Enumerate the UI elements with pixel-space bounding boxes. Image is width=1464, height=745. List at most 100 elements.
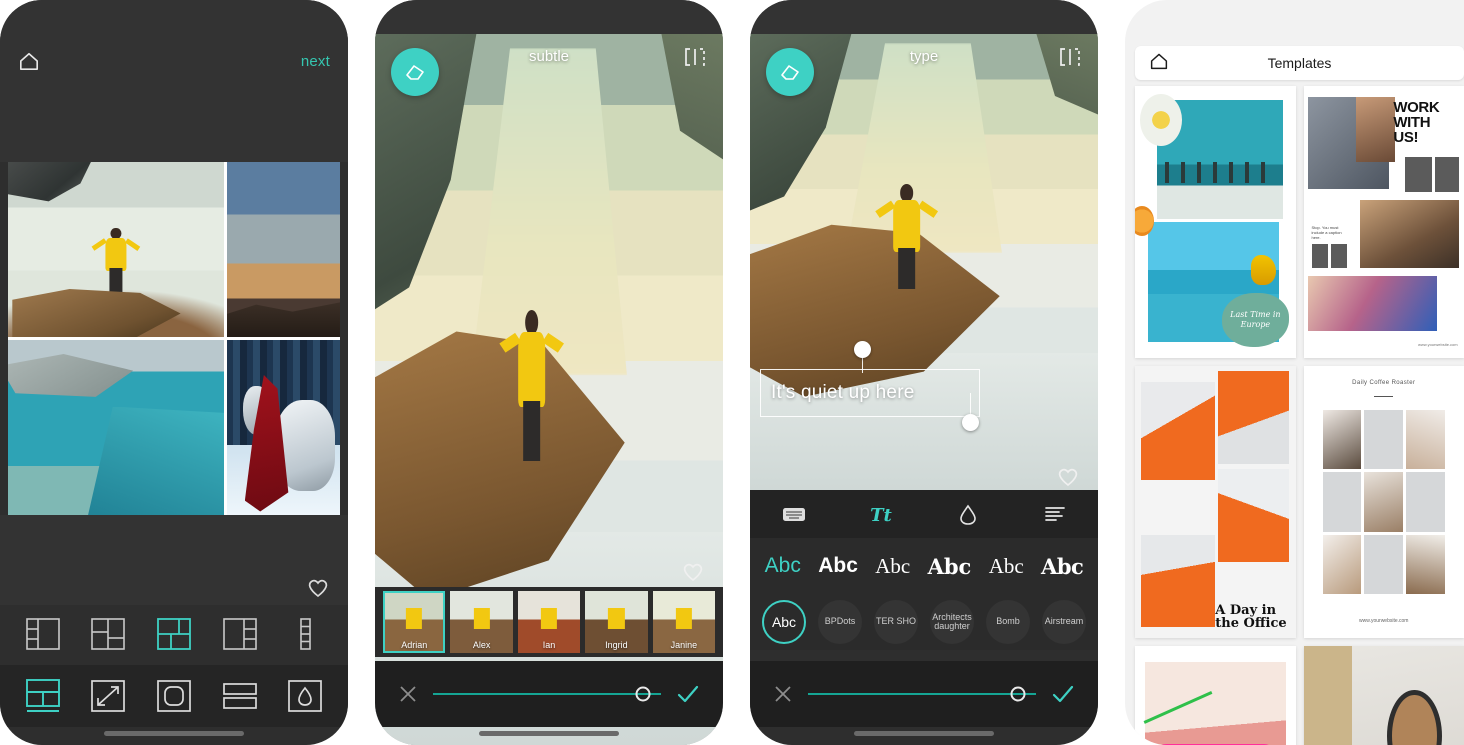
font-chip[interactable]: Architects daughter xyxy=(930,600,974,644)
home-indicator xyxy=(854,731,994,736)
list-item[interactable]: Ian xyxy=(517,591,581,653)
intensity-slider[interactable] xyxy=(433,686,661,702)
svg-text:Tt: Tt xyxy=(870,505,892,526)
sidebar-item-layout-quad-offset[interactable] xyxy=(151,614,197,654)
font-sample[interactable]: Abc xyxy=(875,554,910,579)
text-handle-bottom[interactable] xyxy=(962,414,979,431)
eraser-icon xyxy=(781,65,799,80)
phone-templates: Templates Last Time in Europe WORK WITH … xyxy=(1125,0,1464,745)
collage-photo-3[interactable] xyxy=(8,340,224,515)
check-icon[interactable] xyxy=(675,682,701,706)
favorite-button[interactable] xyxy=(1056,465,1080,487)
collage-canvas[interactable] xyxy=(8,162,340,515)
phone1-spacer xyxy=(0,515,348,610)
droplet-icon[interactable] xyxy=(954,501,982,527)
text-handle-top[interactable] xyxy=(854,341,871,358)
page-title: type xyxy=(909,47,939,65)
keyboard-icon[interactable] xyxy=(780,501,808,527)
phone2-screen: subtle Adrian Alex Ian Ingrid Janine xyxy=(375,0,723,745)
phone4-screen: Templates Last Time in Europe WORK WITH … xyxy=(1125,0,1464,745)
eraser-button[interactable] xyxy=(391,48,439,96)
size-slider[interactable] xyxy=(808,686,1036,702)
close-icon[interactable] xyxy=(397,683,419,705)
page-title: subtle xyxy=(528,47,570,65)
resize-tool-button[interactable] xyxy=(86,675,130,717)
adjust-bar[interactable] xyxy=(750,661,1098,727)
overlay-text: It's quiet up here xyxy=(771,382,915,403)
collage-photo-1[interactable] xyxy=(8,162,224,337)
font-sample[interactable]: Abc xyxy=(765,554,801,578)
template-caption: Last Time in Europe xyxy=(1221,292,1290,348)
phone-filter-editor: subtle Adrian Alex Ian Ingrid Janine xyxy=(375,0,723,745)
collage-photo-2[interactable] xyxy=(226,162,340,337)
type-tool-tabs[interactable]: Tt xyxy=(750,490,1098,538)
font-sample[interactable]: Abc xyxy=(928,554,972,579)
collage-photo-4[interactable] xyxy=(226,340,340,515)
template-card[interactable]: Daily Coffee Roaster www.yourwebsite.com xyxy=(1303,366,1464,638)
font-chip[interactable]: TER SHO xyxy=(874,600,918,644)
templates-grid[interactable]: Last Time in Europe WORK WITH US! Stop. … xyxy=(1135,86,1464,745)
favorite-button[interactable] xyxy=(681,560,705,582)
template-title: A Day in the Office xyxy=(1215,602,1287,631)
typeface-icon[interactable]: Tt xyxy=(867,501,895,527)
sidebar-item-layout-vertical-strip[interactable] xyxy=(282,614,328,654)
favorite-button[interactable] xyxy=(306,576,330,598)
close-icon[interactable] xyxy=(772,683,794,705)
home-icon[interactable] xyxy=(18,51,40,71)
font-chip[interactable]: Bomb xyxy=(986,600,1030,644)
phone4-topbar: Templates xyxy=(1135,46,1464,80)
page-title: Templates xyxy=(1267,55,1332,71)
font-sample[interactable]: Abc xyxy=(1041,554,1084,579)
layout-tool-button[interactable] xyxy=(21,675,65,717)
font-sample[interactable]: Abc xyxy=(989,554,1024,579)
spacing-tool-button[interactable] xyxy=(218,675,262,717)
app-screenshot: next subtle Adrian Alex Ian Ingrid Janin… xyxy=(0,0,1464,745)
layout-presets-row[interactable] xyxy=(0,605,348,663)
list-item[interactable]: Adrian xyxy=(383,591,446,653)
filter-thumbnail-strip[interactable]: Adrian Alex Ian Ingrid Janine xyxy=(375,587,723,657)
template-card[interactable]: Last Time in Europe xyxy=(1135,86,1296,358)
sidebar-item-layout-2col-3row[interactable] xyxy=(20,614,66,654)
template-card[interactable]: WORK WITH US! Stop. You must include a c… xyxy=(1303,86,1464,358)
font-sample[interactable]: Abc xyxy=(818,554,858,578)
phone1-screen: next xyxy=(0,0,348,745)
sidebar-item-layout-left-big-3right[interactable] xyxy=(217,614,263,654)
font-chip[interactable]: BPDots xyxy=(818,600,862,644)
list-item[interactable]: Alex xyxy=(450,591,513,653)
list-item[interactable]: Janine xyxy=(652,591,716,653)
phone1-header xyxy=(0,0,348,162)
layers-icon[interactable] xyxy=(683,46,707,68)
phone3-screen: type It's quiet up here Tt Abc Abc Abc A… xyxy=(750,0,1098,745)
home-indicator xyxy=(479,731,619,736)
template-card[interactable] xyxy=(1303,646,1464,745)
template-subcaption: Stop. You must include a caption here. xyxy=(1311,224,1342,241)
editor-tools-row[interactable] xyxy=(0,665,348,727)
status-bar xyxy=(375,0,723,34)
align-left-icon[interactable] xyxy=(1041,501,1069,527)
font-chip[interactable]: Airstream xyxy=(1042,600,1086,644)
font-sample-row[interactable]: Abc Abc Abc Abc Abc Abc xyxy=(750,538,1098,594)
layers-icon[interactable] xyxy=(1058,46,1082,68)
filter-tool-button[interactable] xyxy=(283,675,327,717)
list-item[interactable]: Ingrid xyxy=(585,591,648,653)
slider-knob[interactable] xyxy=(1010,686,1026,702)
corners-tool-button[interactable] xyxy=(152,675,196,717)
phone-collage-editor: next xyxy=(0,0,348,745)
check-icon[interactable] xyxy=(1050,682,1076,706)
adjust-bar[interactable] xyxy=(375,661,723,727)
next-button[interactable]: next xyxy=(301,53,330,70)
template-card[interactable]: A Day in the Office xyxy=(1135,366,1296,638)
phone1-topbar: next xyxy=(0,44,348,78)
font-family-row[interactable]: Abc BPDots TER SHO Architects daughter B… xyxy=(750,594,1098,650)
eraser-icon xyxy=(406,65,424,80)
template-card[interactable] xyxy=(1135,646,1296,745)
photo-preview[interactable] xyxy=(750,24,1098,490)
slider-knob[interactable] xyxy=(635,686,651,702)
sidebar-item-layout-mixed-4[interactable] xyxy=(85,614,131,654)
font-chip[interactable]: Abc xyxy=(762,600,806,644)
text-overlay[interactable]: It's quiet up here xyxy=(760,369,980,417)
eraser-button[interactable] xyxy=(766,48,814,96)
template-title: Daily Coffee Roaster xyxy=(1352,379,1416,386)
template-title: WORK WITH US! xyxy=(1393,98,1440,147)
template-url: www.yourwebsite.com xyxy=(1359,618,1409,625)
